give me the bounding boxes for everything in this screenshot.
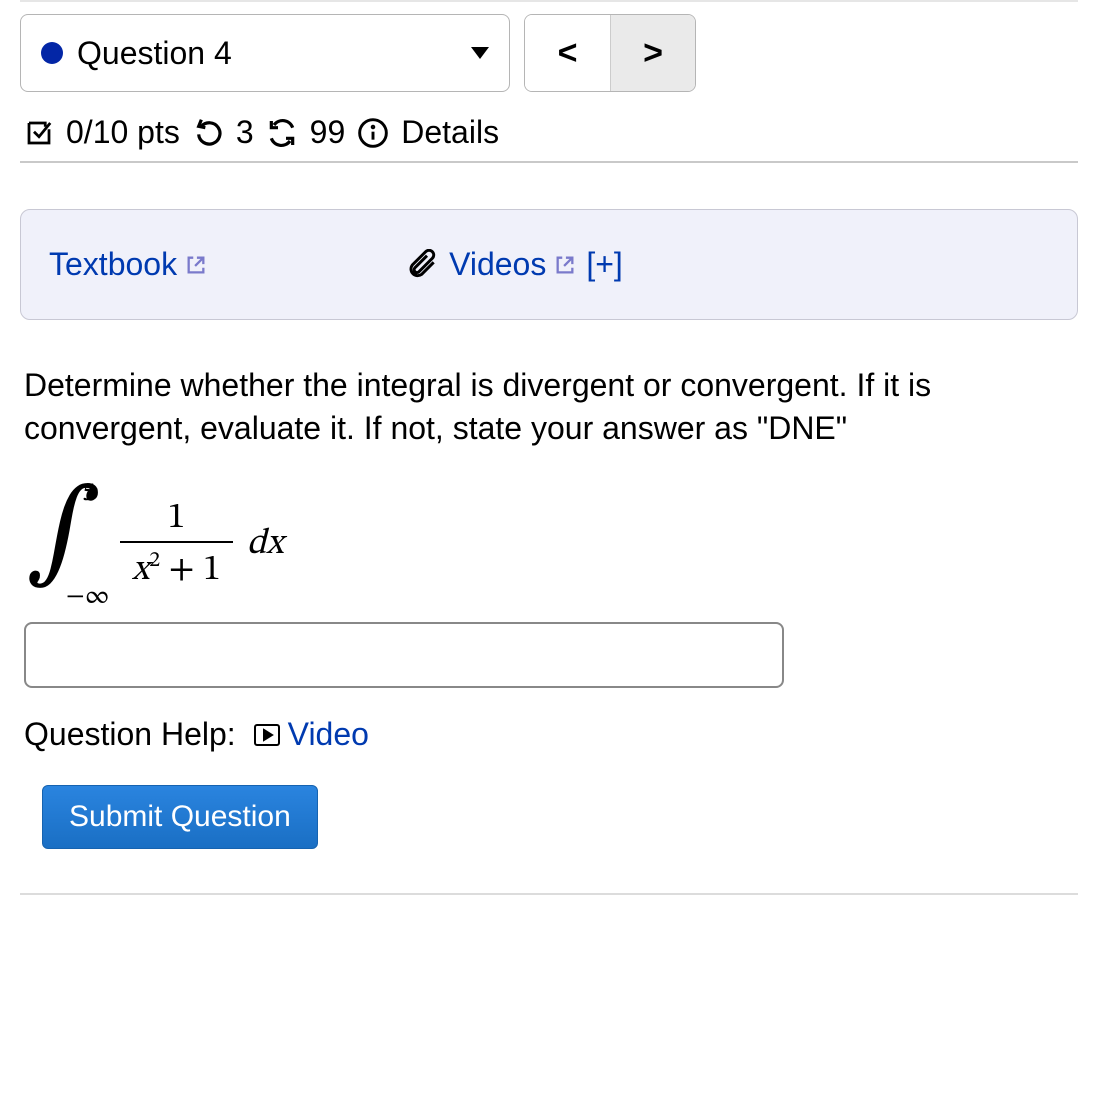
textbook-link[interactable]: Textbook <box>49 246 207 283</box>
status-dot-icon <box>41 42 63 64</box>
question-prompt: Determine whether the integral is diverg… <box>20 364 1078 450</box>
submit-label: Submit Question <box>69 800 291 833</box>
question-help-label: Question Help: <box>24 716 236 753</box>
attempts-used: 3 <box>236 114 254 151</box>
external-link-icon <box>185 254 207 276</box>
help-video-label: Video <box>288 716 369 753</box>
videos-expand-button[interactable]: [+] <box>586 246 622 283</box>
fraction: 1 x2 + 1 <box>120 496 233 593</box>
external-link-icon <box>554 254 576 276</box>
caret-down-icon <box>471 47 489 59</box>
submit-question-button[interactable]: Submit Question <box>42 785 318 849</box>
integral-expression: ∫ 5 −∞ 1 x2 + 1 dx <box>20 484 1078 604</box>
retry-icon <box>266 117 298 149</box>
next-question-button[interactable]: > <box>610 15 695 91</box>
attempts-total: 99 <box>310 114 346 151</box>
help-video-link[interactable]: Video <box>254 716 369 753</box>
fraction-numerator: 1 <box>147 496 205 541</box>
differential: dx <box>247 522 284 567</box>
answer-input[interactable] <box>24 622 784 688</box>
checkbox-icon <box>24 118 54 148</box>
question-selector[interactable]: Question 4 <box>20 14 510 92</box>
videos-link[interactable]: Videos <box>449 246 576 283</box>
question-help: Question Help: Video <box>20 716 1078 753</box>
undo-icon <box>192 117 224 149</box>
textbook-label: Textbook <box>49 246 177 283</box>
details-link[interactable]: Details <box>401 114 499 151</box>
fraction-denominator: x2 + 1 <box>120 541 233 593</box>
points-label: 0/10 pts <box>66 114 180 151</box>
divider <box>20 893 1078 895</box>
chevron-left-icon: < <box>558 34 578 73</box>
question-nav: < > <box>524 14 696 92</box>
chevron-right-icon: > <box>643 34 663 73</box>
prev-question-button[interactable]: < <box>525 15 610 91</box>
resources-panel: Textbook Videos [+] <box>20 209 1078 320</box>
attachment-icon <box>407 249 439 281</box>
videos-label: Videos <box>449 246 546 283</box>
integral-lower-limit: −∞ <box>66 581 110 614</box>
question-stats: 0/10 pts 3 99 Details <box>20 96 1078 163</box>
integral-upper-limit: 5 <box>82 478 95 511</box>
play-video-icon <box>254 724 280 746</box>
question-selector-label: Question 4 <box>77 35 457 72</box>
info-icon <box>357 117 389 149</box>
